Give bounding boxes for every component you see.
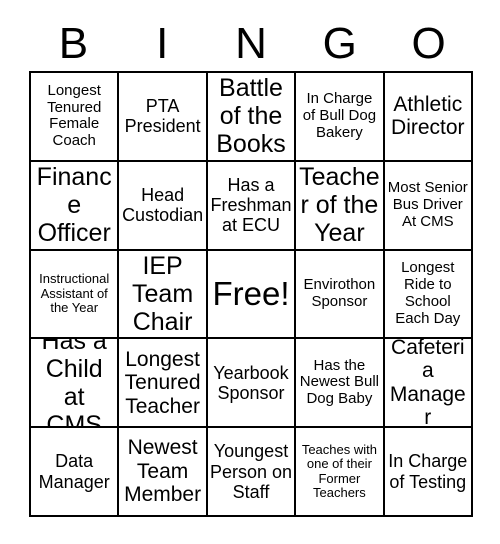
- bingo-cell-b3[interactable]: Instructional Assistant of the Year: [31, 250, 120, 340]
- bingo-cell-free-space[interactable]: Free!: [207, 250, 297, 340]
- bingo-cell-label: Envirothon Sponsor: [303, 276, 376, 310]
- bingo-cell-n2[interactable]: Has a Freshman at ECU: [207, 161, 297, 251]
- bingo-cell-i5[interactable]: Newest Team Member: [119, 428, 208, 517]
- bingo-cell-i2[interactable]: Head Custodian: [119, 161, 208, 251]
- bingo-cell-g4[interactable]: Has the Newest Bull Dog Baby: [296, 339, 385, 429]
- bingo-card: B I N G O Longest Tenured Female Coach P…: [0, 0, 500, 544]
- bingo-cell-o1[interactable]: Athletic Director: [384, 73, 473, 162]
- bingo-cell-o2[interactable]: Most Senior Bus Driver At CMS: [384, 161, 473, 251]
- bingo-cell-label: Instructional Assistant of the Year: [39, 271, 110, 316]
- bingo-cell-i4[interactable]: Longest Tenured Teacher: [119, 339, 208, 429]
- bingo-cell-label: Finance Officer: [36, 163, 112, 248]
- bingo-cell-b4[interactable]: Has a Child at CMS: [31, 339, 120, 429]
- bingo-cell-o5[interactable]: In Charge of Testing: [384, 428, 473, 517]
- bingo-cell-label: Longest Tenured Female Coach: [47, 81, 102, 150]
- free-space-label: Free!: [212, 274, 290, 312]
- bingo-cell-n5[interactable]: Youngest Person on Staff: [207, 428, 297, 517]
- bingo-cell-b1[interactable]: Longest Tenured Female Coach: [31, 73, 120, 162]
- bingo-cell-label: Youngest Person on Staff: [209, 441, 293, 502]
- bingo-cell-g1[interactable]: In Charge of Bull Dog Bakery: [296, 73, 385, 162]
- bingo-cell-label: Yearbook Sponsor: [213, 362, 289, 403]
- bingo-cell-g3[interactable]: Envirothon Sponsor: [296, 250, 385, 340]
- bingo-cell-label: Cafeteria Manager: [389, 339, 466, 429]
- bingo-cell-g2[interactable]: Teacher of the Year: [296, 161, 385, 251]
- bingo-cell-label: In Charge of Bull Dog Bakery: [302, 90, 377, 141]
- bingo-cell-i3[interactable]: IEP Team Chair: [119, 250, 208, 340]
- header-letter-o: O: [411, 19, 446, 68]
- bingo-cell-label: Data Manager: [38, 451, 110, 492]
- bingo-cell-n4[interactable]: Yearbook Sponsor: [207, 339, 297, 429]
- bingo-cell-i1[interactable]: PTA President: [119, 73, 208, 162]
- header-letter-g: G: [322, 19, 357, 68]
- bingo-cell-label: Has a Child at CMS: [41, 339, 107, 429]
- bingo-cell-b2[interactable]: Finance Officer: [31, 161, 120, 251]
- bingo-cell-label: Has the Newest Bull Dog Baby: [299, 356, 379, 408]
- bingo-cell-label: Has a Freshman at ECU: [210, 174, 292, 236]
- bingo-cell-label: Teaches with one of their Former Teacher…: [301, 441, 377, 501]
- header-letter-i: I: [156, 19, 169, 68]
- bingo-cell-label: Most Senior Bus Driver At CMS: [387, 179, 468, 230]
- bingo-cell-label: PTA President: [124, 96, 201, 137]
- bingo-cell-label: Newest Team Member: [124, 436, 202, 507]
- bingo-cell-label: IEP Team Chair: [132, 251, 194, 336]
- bingo-cell-label: Longest Ride to School Each Day: [395, 259, 461, 327]
- bingo-cell-label: Battle of the Books: [216, 74, 286, 159]
- bingo-cell-label: Athletic Director: [391, 92, 465, 140]
- bingo-cell-label: Head Custodian: [122, 185, 204, 226]
- bingo-cell-b5[interactable]: Data Manager: [31, 428, 120, 517]
- bingo-cell-label: Teacher of the Year: [299, 163, 380, 248]
- bingo-cell-label: Longest Tenured Teacher: [124, 347, 201, 418]
- bingo-cell-o4[interactable]: Cafeteria Manager: [384, 339, 473, 429]
- bingo-cell-o3[interactable]: Longest Ride to School Each Day: [384, 250, 473, 340]
- header-letter-b: B: [58, 19, 89, 68]
- header-letter-n: N: [235, 19, 267, 68]
- bingo-grid: Longest Tenured Female Coach PTA Preside…: [29, 71, 473, 517]
- bingo-cell-n1[interactable]: Battle of the Books: [207, 73, 297, 162]
- bingo-header-row: B I N G O: [29, 18, 473, 70]
- bingo-cell-g5[interactable]: Teaches with one of their Former Teacher…: [296, 428, 385, 517]
- bingo-cell-label: In Charge of Testing: [388, 451, 468, 492]
